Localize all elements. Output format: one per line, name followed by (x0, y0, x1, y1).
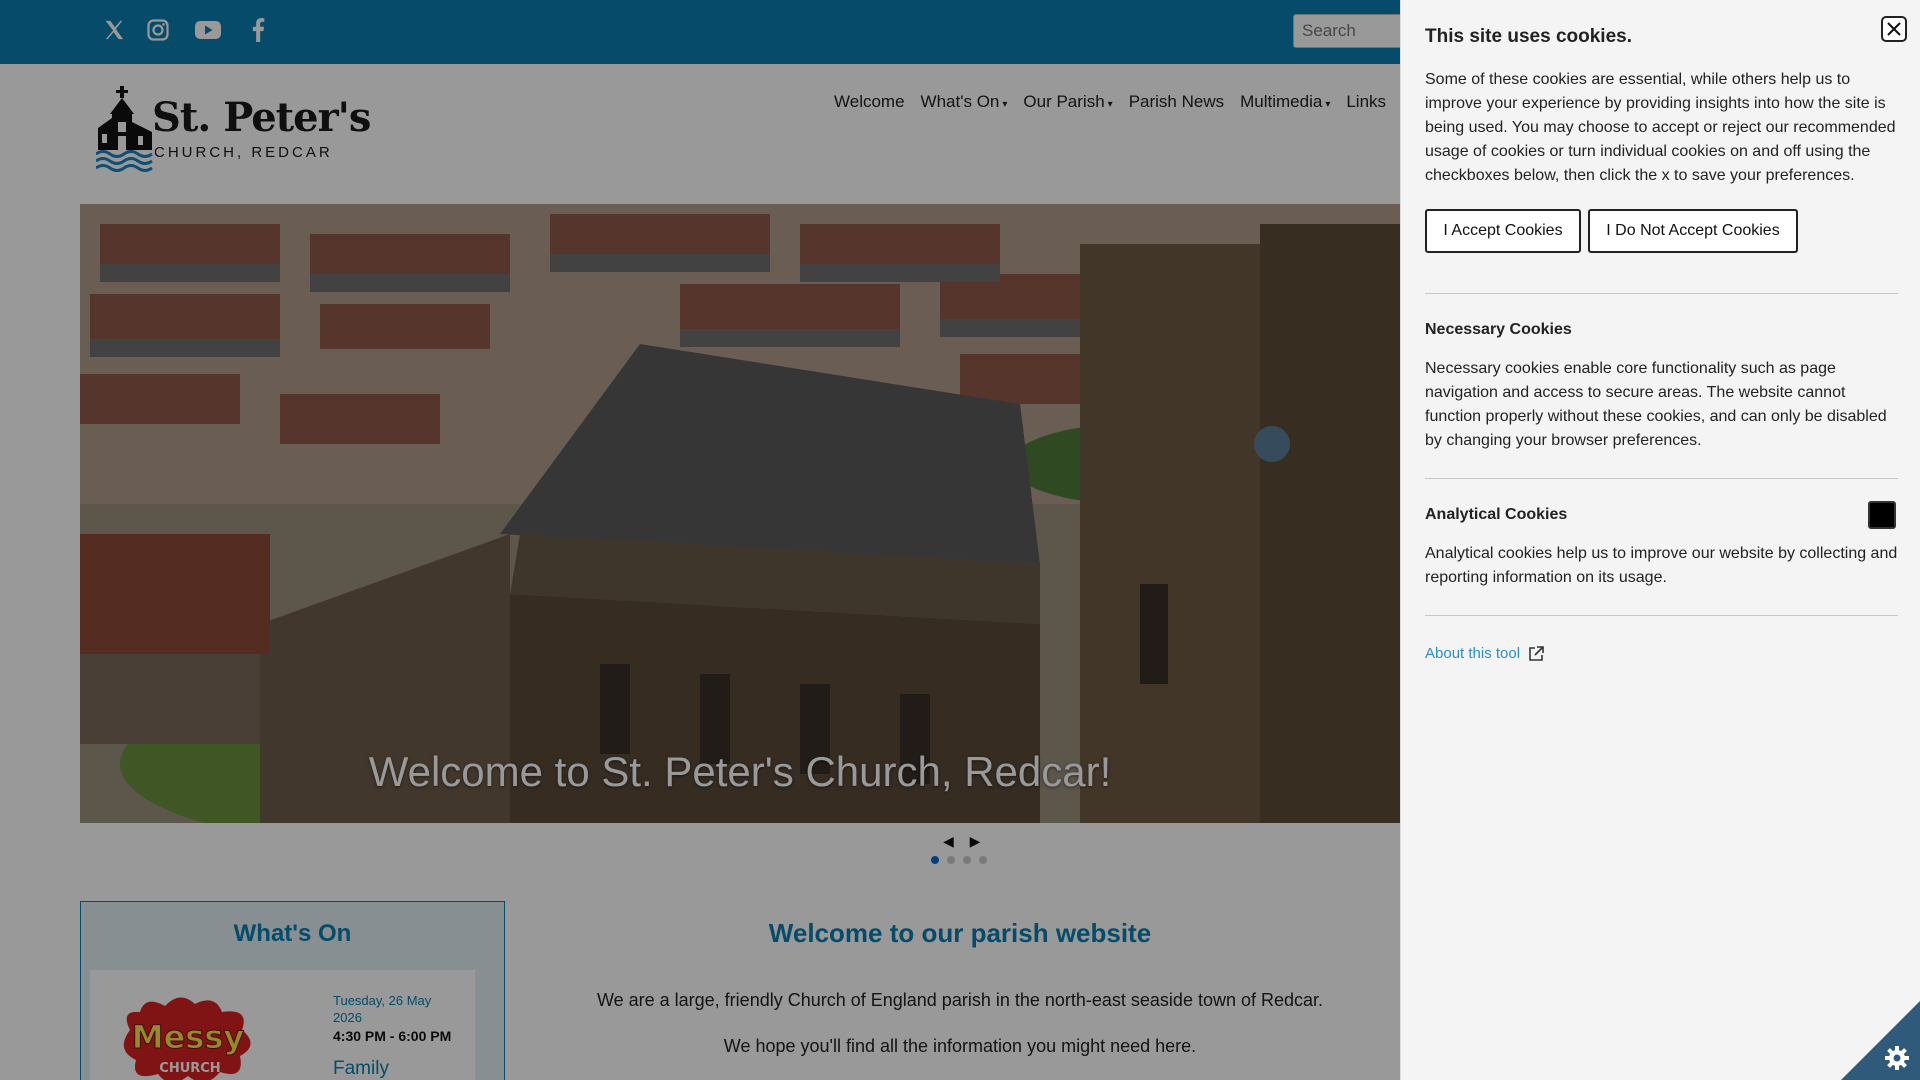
accept-cookies-button[interactable]: I Accept Cookies (1425, 209, 1581, 253)
reject-cookies-button[interactable]: I Do Not Accept Cookies (1588, 209, 1798, 253)
cookie-title: This site uses cookies. (1425, 26, 1632, 47)
divider (1425, 615, 1898, 616)
cookie-settings-corner[interactable] (1841, 1000, 1920, 1080)
necessary-cookies-text: Necessary cookies enable core functional… (1425, 360, 1887, 449)
close-button[interactable] (1881, 16, 1907, 42)
analytical-cookies-text: Analytical cookies help us to improve ou… (1425, 545, 1898, 586)
divider (1425, 478, 1898, 479)
about-tool-label: About this tool (1425, 645, 1521, 662)
gear-icon (1885, 1046, 1909, 1070)
cookie-intro: Some of these cookies are essential, whi… (1425, 71, 1896, 184)
about-tool-link[interactable]: About this tool (1425, 645, 1544, 662)
external-link-icon (1529, 645, 1544, 661)
cookie-panel: This site uses cookies. Some of these co… (1400, 0, 1920, 1080)
analytical-cookies-checkbox[interactable] (1868, 501, 1896, 529)
modal-backdrop[interactable] (0, 0, 1400, 1080)
analytical-cookies-heading: Analytical Cookies (1425, 506, 1568, 523)
close-icon (1887, 22, 1901, 36)
divider (1425, 293, 1898, 294)
necessary-cookies-heading: Necessary Cookies (1425, 321, 1572, 338)
